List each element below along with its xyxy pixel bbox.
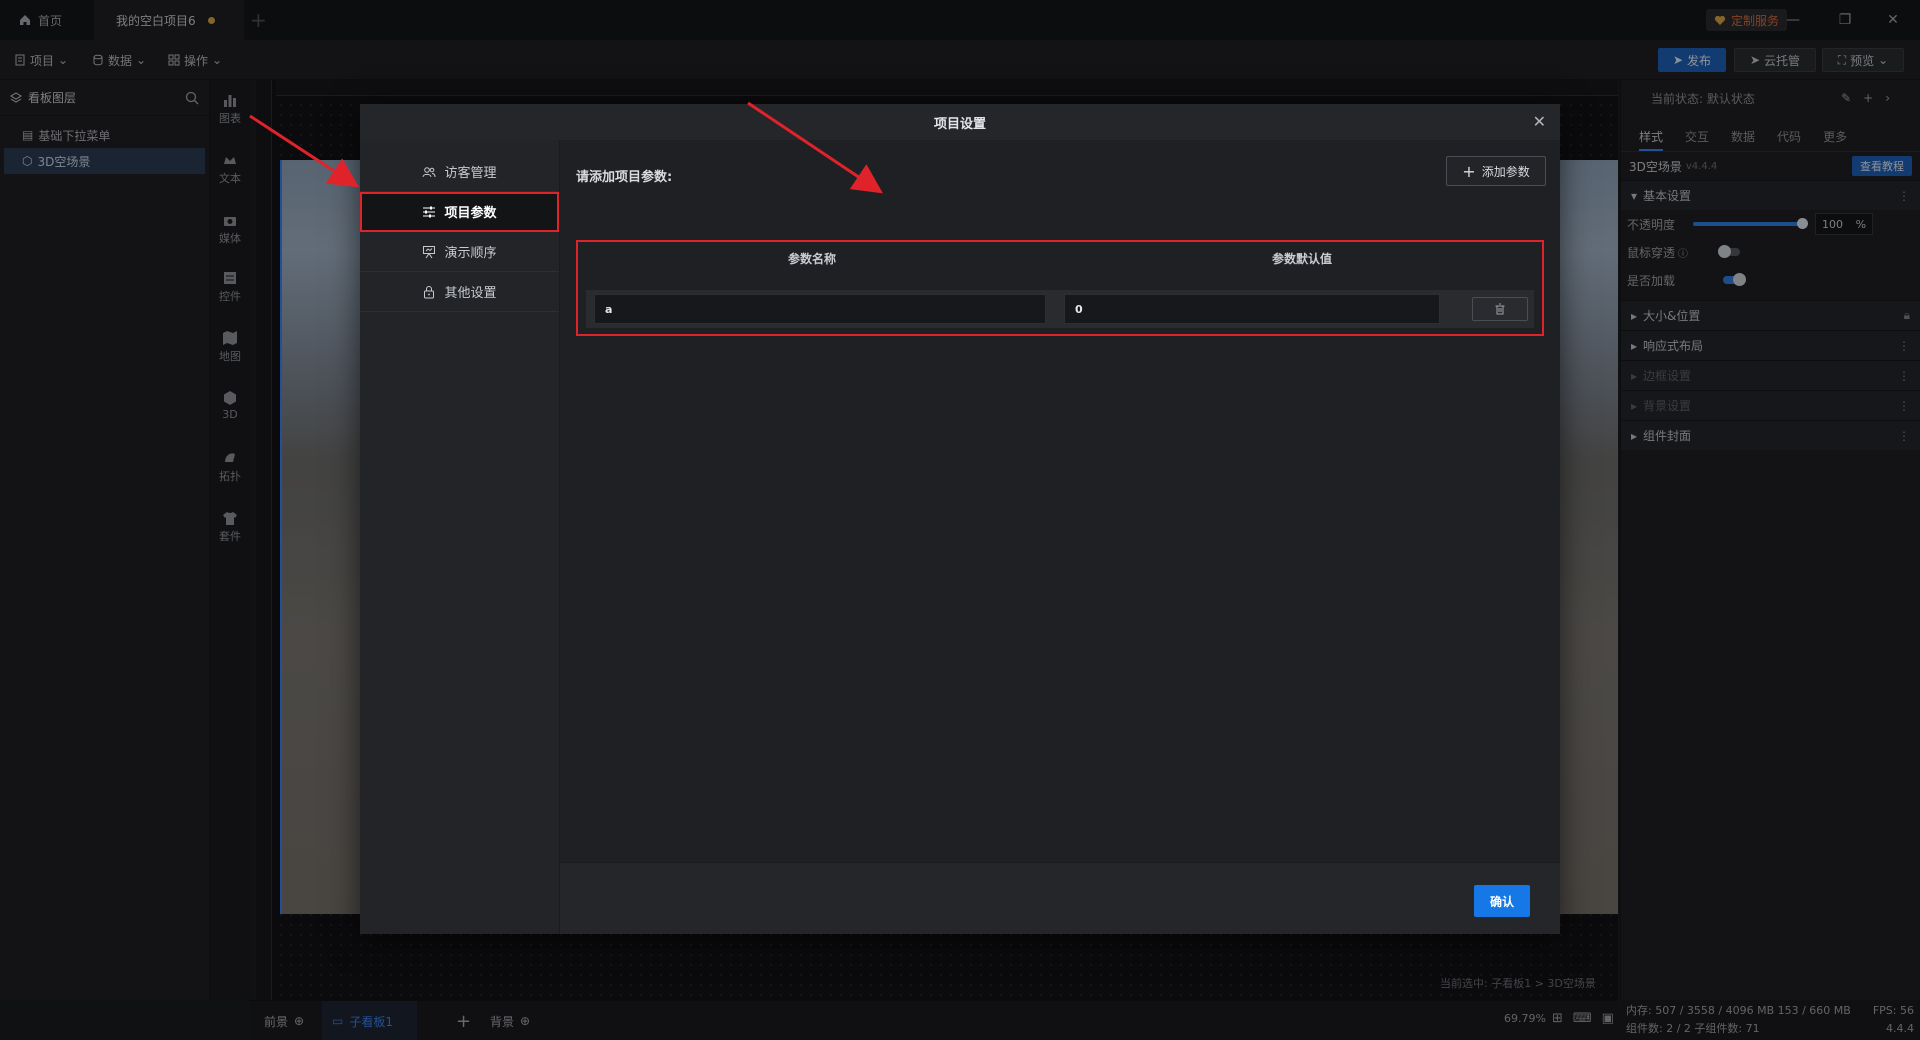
dialog-header: 项目设置 ✕ — [360, 104, 1560, 140]
nav-other-settings[interactable]: 其他设置 — [360, 272, 559, 312]
add-param-button[interactable]: + 添加参数 — [1446, 156, 1546, 186]
project-settings-dialog: 项目设置 ✕ 访客管理 项目参数 演示顺序 其他设置 请添加项目参数: + 添加… — [360, 104, 1560, 934]
lock-icon — [424, 285, 435, 298]
dialog-footer: 确认 — [560, 862, 1560, 934]
param-default-input[interactable] — [1064, 294, 1440, 324]
nav-label: 其他设置 — [444, 286, 497, 301]
confirm-button[interactable]: 确认 — [1474, 885, 1530, 917]
dialog-nav: 访客管理 项目参数 演示顺序 其他设置 — [360, 140, 560, 934]
users-icon — [422, 166, 436, 177]
sliders-icon — [423, 206, 436, 217]
col-header-default: 参数默认值 — [1272, 252, 1333, 266]
nav-project-params[interactable]: 项目参数 — [360, 192, 559, 232]
presentation-icon — [423, 245, 436, 258]
trash-icon — [1495, 303, 1505, 315]
nav-label: 访客管理 — [444, 166, 497, 181]
nav-label: 项目参数 — [444, 206, 497, 221]
plus-icon: + — [1462, 161, 1476, 181]
table-row — [586, 290, 1534, 328]
col-header-name: 参数名称 — [788, 252, 837, 266]
param-table: 参数名称 参数默认值 — [576, 240, 1544, 336]
dialog-title: 项目设置 — [933, 116, 986, 132]
nav-demo-order[interactable]: 演示顺序 — [360, 232, 559, 272]
nav-visitor-management[interactable]: 访客管理 — [360, 152, 559, 192]
add-param-label: 添加参数 — [1481, 164, 1530, 179]
nav-label: 演示顺序 — [444, 246, 497, 261]
param-name-input[interactable] — [594, 294, 1046, 324]
delete-param-button[interactable] — [1472, 297, 1528, 321]
dialog-body: 请添加项目参数: + 添加参数 参数名称 参数默认值 — [560, 140, 1560, 862]
param-prompt: 请添加项目参数: — [576, 170, 673, 185]
close-icon[interactable]: ✕ — [1533, 112, 1546, 131]
